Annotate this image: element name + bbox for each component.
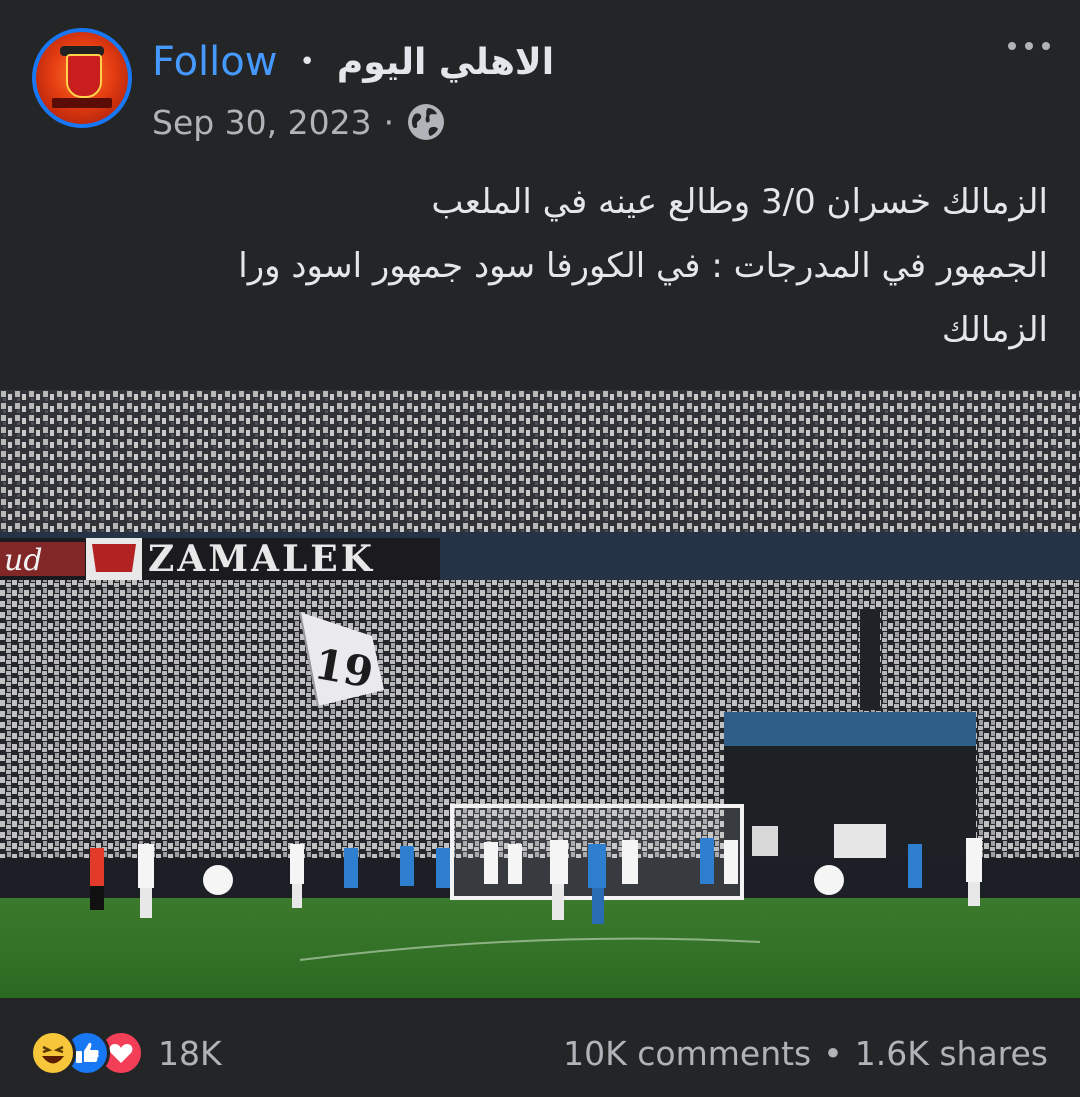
post-text-line: الزمالك خسران 3/0 وطالع عينه في الملعب (431, 182, 1048, 222)
post-footer: 18K 10K comments • 1.6K shares (0, 998, 1080, 1097)
page-avatar[interactable] (32, 28, 132, 128)
comments-count[interactable]: 10K comments (563, 1034, 811, 1073)
post-date[interactable]: Sep 30, 2023 (152, 103, 372, 142)
follow-button[interactable]: Follow (152, 39, 277, 85)
stats-separator: • (823, 1033, 843, 1073)
post-card: Follow • الاهلي اليوم Sep 30, 2023 · الز… (0, 0, 1080, 1097)
avatar-ribbon (52, 98, 112, 108)
post-text: الزمالك خسران 3/0 وطالع عينه في الملعب ا… (88, 170, 1048, 362)
avatar-crest (66, 54, 102, 98)
engagement-stats: 10K comments • 1.6K shares (563, 1030, 1048, 1076)
flag-text: 19 (311, 639, 377, 697)
more-options-icon[interactable] (1008, 36, 1050, 56)
reaction-count: 18K (158, 1033, 222, 1073)
post-text-line: الجمهور في المدرجات : في الكورفا سود جمه… (238, 246, 1048, 286)
date-separator: · (383, 102, 395, 142)
shares-count[interactable]: 1.6K shares (855, 1034, 1048, 1073)
haha-icon (30, 1030, 76, 1076)
post-meta: Sep 30, 2023 · (152, 100, 446, 144)
post-photo[interactable]: ud ZAMALEK 19 (0, 390, 1080, 998)
banner-text: ZAMALEK (148, 538, 375, 580)
reactions-summary[interactable]: 18K (30, 1030, 222, 1076)
header-separator: • (299, 47, 315, 77)
stadium-photo: ud ZAMALEK 19 (0, 390, 1080, 998)
banner-partial-text: ud (4, 543, 43, 578)
post-text-line: الزمالك (941, 310, 1048, 350)
globe-icon (408, 104, 445, 140)
page-name-link[interactable]: الاهلي اليوم (337, 42, 554, 83)
post-header: Follow • الاهلي اليوم (152, 34, 554, 90)
